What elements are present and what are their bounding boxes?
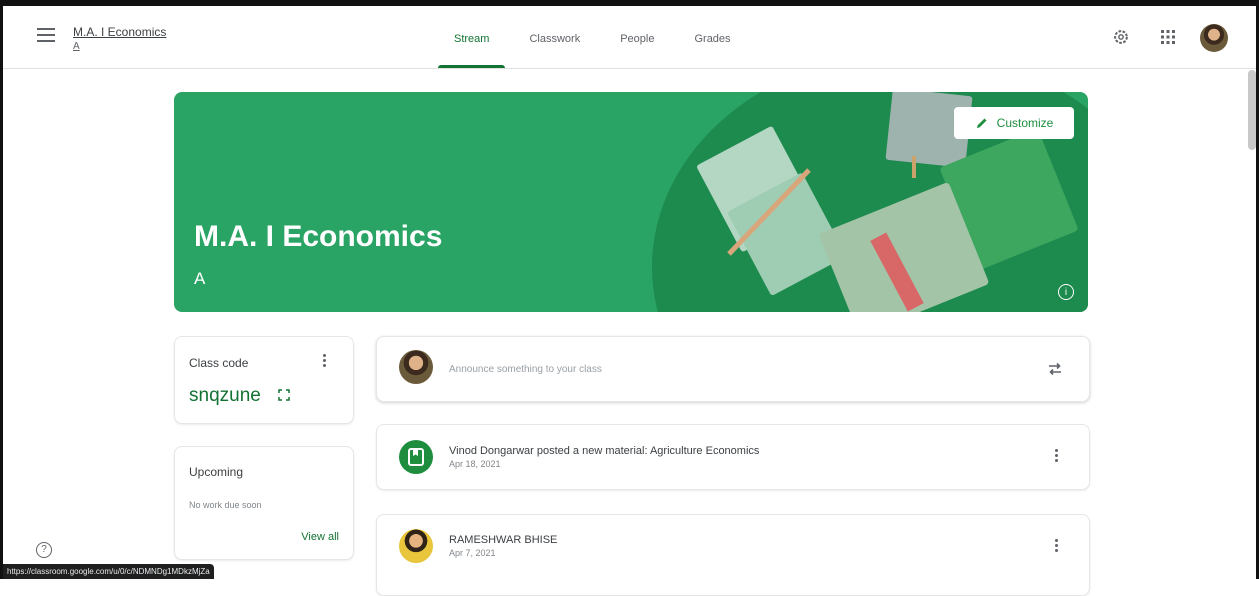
tab-bar: Stream Classwork People Grades: [434, 6, 751, 68]
post-title[interactable]: Vinod Dongarwar posted a new material: A…: [449, 445, 759, 457]
post-more-icon[interactable]: [1053, 539, 1059, 555]
post-card[interactable]: Vinod Dongarwar posted a new material: A…: [376, 424, 1090, 490]
customize-button[interactable]: Customize: [954, 107, 1074, 139]
post-date: Apr 7, 2021: [449, 548, 496, 558]
material-icon: [399, 440, 433, 474]
tab-stream[interactable]: Stream: [434, 6, 509, 68]
upcoming-card: Upcoming No work due soon View all: [174, 446, 354, 560]
class-code-card: Class code snqzune: [174, 336, 354, 424]
banner-class-title: M.A. I Economics: [194, 220, 443, 253]
tab-classwork[interactable]: Classwork: [509, 6, 600, 68]
tab-people[interactable]: People: [600, 6, 674, 68]
more-options-icon[interactable]: [321, 354, 327, 370]
reuse-post-icon[interactable]: [1047, 361, 1063, 377]
class-section-link[interactable]: A: [73, 41, 80, 52]
class-title-link[interactable]: M.A. I Economics: [73, 25, 166, 39]
upcoming-title: Upcoming: [189, 465, 244, 479]
help-icon[interactable]: ?: [36, 542, 52, 558]
account-avatar[interactable]: [1200, 24, 1228, 52]
post-date: Apr 18, 2021: [449, 459, 501, 469]
info-icon[interactable]: i: [1058, 284, 1074, 300]
user-avatar: [399, 350, 433, 384]
menu-icon[interactable]: [37, 28, 55, 42]
class-code-value: snqzune: [189, 385, 261, 406]
class-code-label: Class code: [189, 356, 249, 370]
scrollbar-thumb[interactable]: [1248, 70, 1256, 150]
author-avatar: [399, 529, 433, 563]
post-more-icon[interactable]: [1053, 449, 1059, 465]
tab-grades[interactable]: Grades: [674, 6, 750, 68]
class-banner: M.A. I Economics A Customize i: [174, 92, 1088, 312]
announce-placeholder[interactable]: Announce something to your class: [449, 364, 602, 375]
top-app-bar: M.A. I Economics A Stream Classwork Peop…: [3, 6, 1256, 69]
fullscreen-icon[interactable]: [278, 389, 290, 401]
post-card[interactable]: RAMESHWAR BHISE Apr 7, 2021: [376, 514, 1090, 596]
upcoming-empty-text: No work due soon: [189, 500, 262, 510]
view-all-link[interactable]: View all: [301, 531, 339, 543]
pencil-icon: [976, 118, 987, 128]
post-text: RAMESHWAR BHISE Apr 7, 2021: [449, 534, 557, 558]
apps-grid-icon[interactable]: [1159, 28, 1177, 46]
status-bar-url: https://classroom.google.com/u/0/c/NDMND…: [3, 564, 214, 579]
post-text: Vinod Dongarwar posted a new material: A…: [449, 445, 759, 469]
settings-icon[interactable]: [1112, 28, 1130, 46]
banner-class-section: A: [194, 269, 206, 288]
customize-label: Customize: [996, 116, 1054, 130]
announce-box[interactable]: Announce something to your class: [376, 336, 1090, 402]
post-author: RAMESHWAR BHISE: [449, 534, 558, 546]
